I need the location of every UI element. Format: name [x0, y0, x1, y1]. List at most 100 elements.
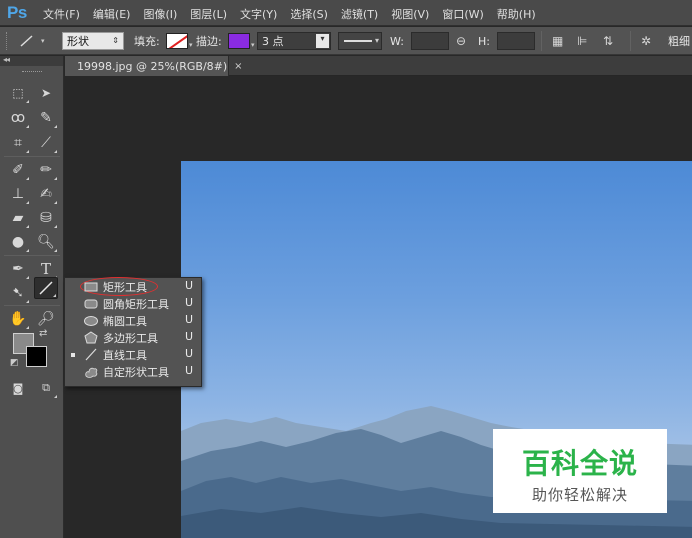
flyout-item-custom-shape[interactable]: 自定形状工具 U	[65, 363, 201, 380]
menu-image[interactable]: 图像(I)	[143, 6, 177, 22]
stroke-width-field[interactable]: 3 点 ▾	[257, 32, 331, 50]
close-icon[interactable]: ×	[234, 61, 242, 72]
dodge-tool[interactable]: 🔍︎	[34, 231, 58, 253]
chevron-down-icon: ▾	[374, 36, 379, 45]
flyout-item-rounded-rectangle[interactable]: 圆角矩形工具 U	[65, 295, 201, 312]
paint-bucket-tool[interactable]: ⛁	[34, 207, 58, 229]
flyout-item-label: 圆角矩形工具	[103, 298, 169, 311]
blur-tool[interactable]: ●	[6, 231, 30, 253]
ellipse-icon	[84, 316, 98, 326]
quick-selection-tool[interactable]: ✎	[34, 107, 58, 129]
blur-drop-icon: ●	[11, 234, 25, 250]
clone-stamp-tool[interactable]: ⊥	[6, 183, 30, 205]
options-bar-grip[interactable]	[6, 32, 8, 50]
menu-file[interactable]: 文件(F)	[43, 6, 80, 22]
polygon-icon	[84, 331, 98, 344]
lasso-tool[interactable]: ꝏ	[6, 107, 30, 129]
rounded-rectangle-icon	[84, 299, 98, 309]
divider	[4, 255, 60, 256]
move-tool[interactable]: ➤	[34, 82, 58, 104]
pen-tool[interactable]: ✒	[6, 258, 30, 280]
height-input[interactable]	[497, 32, 535, 50]
divider	[4, 156, 60, 157]
history-brush-icon: ✍	[40, 186, 52, 202]
flyout-item-label: 直线工具	[103, 349, 147, 362]
document-tab-title: 19998.jpg @ 25%(RGB/8#)	[77, 59, 228, 73]
path-alignment-icon[interactable]: ⊫	[577, 34, 587, 48]
default-colors-icon[interactable]: ◩	[10, 358, 19, 368]
menu-edit[interactable]: 编辑(E)	[93, 6, 131, 22]
tool-mode-value: 形状	[67, 35, 89, 48]
flyout-item-polygon[interactable]: 多边形工具 U	[65, 329, 201, 346]
quick-mask-icon: ◙	[12, 381, 24, 395]
width-label: W:	[390, 34, 404, 48]
flyout-item-label: 多边形工具	[103, 332, 158, 345]
flyout-item-shortcut: U	[185, 347, 194, 360]
stamp-icon: ⊥	[11, 186, 25, 202]
quick-mask-button[interactable]: ◙	[6, 377, 30, 399]
gear-icon[interactable]: ✲	[641, 34, 651, 48]
menu-items: 文件(F) 编辑(E) 图像(I) 图层(L) 文字(Y) 选择(S) 滤镜(T…	[43, 6, 549, 22]
fill-label: 填充:	[134, 35, 160, 48]
brush-icon: ✏	[40, 162, 52, 178]
watermark-logo: 百科全说 助你轻松解决	[493, 429, 667, 513]
watermark-title: 百科全说	[521, 447, 638, 480]
collapse-icon[interactable]: ◂◂	[3, 55, 10, 64]
screen-mode-button[interactable]: ⧉	[34, 377, 58, 399]
marquee-tool[interactable]: ⬚	[6, 82, 30, 104]
flyout-item-shortcut: U	[185, 296, 194, 309]
stroke-type-select[interactable]: ▾	[338, 32, 382, 50]
brush-tool[interactable]: ✏	[34, 159, 58, 181]
path-selection-tool[interactable]: ➷	[6, 282, 30, 304]
menu-filter[interactable]: 滤镜(T)	[341, 6, 378, 22]
eraser-icon: ▰	[12, 210, 24, 226]
tool-preset-picker[interactable]: ▾	[17, 27, 45, 55]
rectangle-icon	[84, 282, 98, 292]
paint-bucket-icon: ⛁	[40, 210, 52, 226]
healing-brush-tool[interactable]: ✐	[6, 159, 30, 181]
menu-help[interactable]: 帮助(H)	[497, 6, 536, 22]
weight-label: 粗细	[668, 35, 690, 48]
type-icon: T	[40, 260, 51, 278]
menu-layer[interactable]: 图层(L)	[190, 6, 227, 22]
link-icon[interactable]: ⊖	[456, 34, 466, 48]
chevron-down-icon: ▾	[316, 34, 329, 48]
screen-mode-icon: ⧉	[42, 381, 50, 394]
history-brush-tool[interactable]: ✍	[34, 183, 58, 205]
menu-select[interactable]: 选择(S)	[290, 6, 328, 22]
menu-type[interactable]: 文字(Y)	[240, 6, 277, 22]
line-tool[interactable]	[34, 277, 58, 299]
swap-colors-icon[interactable]: ⇄	[39, 328, 47, 339]
flyout-item-label: 椭圆工具	[103, 315, 147, 328]
chevron-down-icon: ▾	[189, 41, 193, 49]
flyout-item-line[interactable]: 直线工具 U	[65, 346, 201, 363]
chevron-updown-icon: ⇕	[112, 36, 119, 45]
crop-tool[interactable]: ⌗	[6, 132, 30, 154]
zoom-tool[interactable]: 🔎︎	[34, 308, 58, 330]
menu-view[interactable]: 视图(V)	[391, 6, 429, 22]
background-color-swatch[interactable]	[26, 346, 47, 367]
divider	[630, 31, 631, 51]
width-input[interactable]	[411, 32, 449, 50]
eraser-tool[interactable]: ▰	[6, 207, 30, 229]
tools-panel-header: ◂◂	[0, 55, 63, 66]
custom-shape-icon	[85, 367, 98, 378]
hand-icon: ✋	[9, 311, 27, 327]
fill-color-picker[interactable]: ▾	[166, 27, 193, 55]
line-icon	[39, 281, 53, 295]
tools-panel-grip[interactable]	[22, 71, 42, 73]
path-operations-icon[interactable]: ▦	[552, 34, 563, 48]
flyout-item-ellipse[interactable]: 椭圆工具 U	[65, 312, 201, 329]
flyout-item-rectangle[interactable]: 矩形工具 U	[65, 277, 201, 296]
bandage-icon: ✐	[12, 162, 24, 178]
flyout-item-shortcut: U	[185, 330, 194, 343]
document-tab[interactable]: 19998.jpg @ 25%(RGB/8#) ×	[65, 56, 243, 76]
pen-icon: ✒	[12, 261, 24, 277]
menu-window[interactable]: 窗口(W)	[442, 6, 483, 22]
path-arrangement-icon[interactable]: ⇅	[603, 34, 613, 48]
hand-tool[interactable]: ✋	[6, 308, 30, 330]
tool-mode-select[interactable]: 形状 ⇕	[62, 32, 124, 50]
stroke-color-picker[interactable]: ▾	[228, 27, 255, 55]
document-tab-bar: 19998.jpg @ 25%(RGB/8#) ×	[65, 56, 692, 76]
eyedropper-tool[interactable]: ⟋	[34, 132, 58, 154]
